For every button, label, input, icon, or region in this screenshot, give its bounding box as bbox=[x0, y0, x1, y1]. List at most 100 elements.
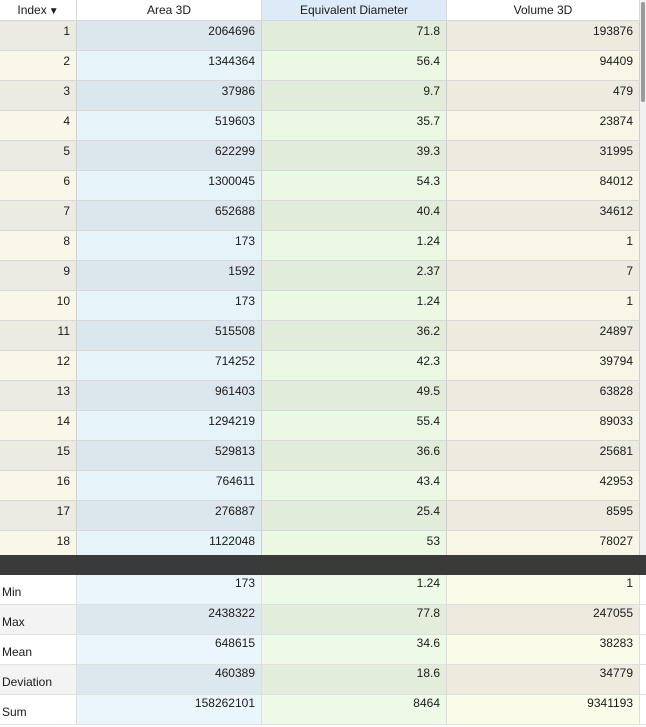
table-row[interactable]: 5 622299 39.3 31995 bbox=[0, 141, 640, 171]
table-row[interactable]: 15 529813 36.6 25681 bbox=[0, 441, 640, 471]
area-3d-cell[interactable]: 173 bbox=[77, 231, 262, 260]
area-3d-cell[interactable]: 1300045 bbox=[77, 171, 262, 200]
volume-3d-cell[interactable]: 7 bbox=[447, 261, 640, 290]
volume-3d-cell[interactable]: 63828 bbox=[447, 381, 640, 410]
area-3d-cell[interactable]: 515508 bbox=[77, 321, 262, 350]
index-cell[interactable]: 14 bbox=[0, 411, 77, 440]
volume-3d-cell[interactable]: 24897 bbox=[447, 321, 640, 350]
column-header-volume-3d[interactable]: Volume 3D bbox=[447, 0, 640, 20]
index-cell[interactable]: 12 bbox=[0, 351, 77, 380]
equivalent-diameter-cell[interactable]: 71.8 bbox=[262, 21, 447, 50]
equivalent-diameter-cell[interactable]: 35.7 bbox=[262, 111, 447, 140]
index-cell[interactable]: 9 bbox=[0, 261, 77, 290]
vertical-scrollbar[interactable] bbox=[640, 0, 646, 555]
volume-3d-cell[interactable]: 479 bbox=[447, 81, 640, 110]
table-row[interactable]: 10 173 1.24 1 bbox=[0, 291, 640, 321]
volume-3d-cell[interactable]: 23874 bbox=[447, 111, 640, 140]
area-3d-cell[interactable]: 652688 bbox=[77, 201, 262, 230]
table-row[interactable]: 11 515508 36.2 24897 bbox=[0, 321, 640, 351]
index-cell[interactable]: 4 bbox=[0, 111, 77, 140]
equivalent-diameter-cell[interactable]: 42.3 bbox=[262, 351, 447, 380]
equivalent-diameter-cell[interactable]: 49.5 bbox=[262, 381, 447, 410]
index-cell[interactable]: 5 bbox=[0, 141, 77, 170]
volume-3d-cell[interactable]: 25681 bbox=[447, 441, 640, 470]
column-header-area-3d[interactable]: Area 3D bbox=[77, 0, 262, 20]
equivalent-diameter-cell[interactable]: 1.24 bbox=[262, 291, 447, 320]
table-row[interactable]: 9 1592 2.37 7 bbox=[0, 261, 640, 291]
table-row[interactable]: 18 1122048 53 78027 bbox=[0, 531, 640, 555]
equivalent-diameter-cell[interactable]: 39.3 bbox=[262, 141, 447, 170]
index-cell[interactable]: 10 bbox=[0, 291, 77, 320]
table-row[interactable]: 6 1300045 54.3 84012 bbox=[0, 171, 640, 201]
equivalent-diameter-cell[interactable]: 9.7 bbox=[262, 81, 447, 110]
index-cell[interactable]: 3 bbox=[0, 81, 77, 110]
volume-3d-cell[interactable]: 8595 bbox=[447, 501, 640, 530]
index-cell[interactable]: 6 bbox=[0, 171, 77, 200]
area-3d-cell[interactable]: 1344364 bbox=[77, 51, 262, 80]
index-cell[interactable]: 13 bbox=[0, 381, 77, 410]
table-row[interactable]: 13 961403 49.5 63828 bbox=[0, 381, 640, 411]
equivalent-diameter-cell[interactable]: 54.3 bbox=[262, 171, 447, 200]
index-cell[interactable]: 7 bbox=[0, 201, 77, 230]
index-cell[interactable]: 1 bbox=[0, 21, 77, 50]
area-3d-cell[interactable]: 2064696 bbox=[77, 21, 262, 50]
area-3d-cell[interactable]: 173 bbox=[77, 291, 262, 320]
area-3d-cell[interactable]: 529813 bbox=[77, 441, 262, 470]
stats-value: 460389 bbox=[77, 665, 262, 694]
equivalent-diameter-cell[interactable]: 1.24 bbox=[262, 231, 447, 260]
index-cell[interactable]: 2 bbox=[0, 51, 77, 80]
volume-3d-cell[interactable]: 34612 bbox=[447, 201, 640, 230]
table-row[interactable]: 3 37986 9.7 479 bbox=[0, 81, 640, 111]
table-row[interactable]: 2 1344364 56.4 94409 bbox=[0, 51, 640, 81]
table-row[interactable]: 1 2064696 71.8 193876 bbox=[0, 21, 640, 51]
volume-3d-cell[interactable]: 1 bbox=[447, 231, 640, 260]
volume-3d-cell[interactable]: 94409 bbox=[447, 51, 640, 80]
volume-3d-cell[interactable]: 1 bbox=[447, 291, 640, 320]
equivalent-diameter-cell[interactable]: 40.4 bbox=[262, 201, 447, 230]
volume-3d-cell[interactable]: 42953 bbox=[447, 471, 640, 500]
area-3d-cell[interactable]: 961403 bbox=[77, 381, 262, 410]
equivalent-diameter-cell[interactable]: 2.37 bbox=[262, 261, 447, 290]
area-3d-cell[interactable]: 622299 bbox=[77, 141, 262, 170]
equivalent-diameter-cell[interactable]: 36.2 bbox=[262, 321, 447, 350]
table-row[interactable]: 14 1294219 55.4 89033 bbox=[0, 411, 640, 441]
equivalent-diameter-cell[interactable]: 56.4 bbox=[262, 51, 447, 80]
table-row[interactable]: 7 652688 40.4 34612 bbox=[0, 201, 640, 231]
area-3d-cell[interactable]: 764611 bbox=[77, 471, 262, 500]
index-cell[interactable]: 8 bbox=[0, 231, 77, 260]
volume-3d-cell[interactable]: 31995 bbox=[447, 141, 640, 170]
equivalent-diameter-cell[interactable]: 53 bbox=[262, 531, 447, 555]
volume-3d-cell[interactable]: 39794 bbox=[447, 351, 640, 380]
equivalent-diameter-cell[interactable]: 43.4 bbox=[262, 471, 447, 500]
stats-value: 648615 bbox=[77, 635, 262, 664]
column-header-index[interactable]: Index ▼ bbox=[0, 0, 77, 20]
index-cell[interactable]: 17 bbox=[0, 501, 77, 530]
area-3d-cell[interactable]: 1592 bbox=[77, 261, 262, 290]
equivalent-diameter-cell[interactable]: 55.4 bbox=[262, 411, 447, 440]
volume-3d-cell[interactable]: 78027 bbox=[447, 531, 640, 555]
panel-splitter[interactable] bbox=[0, 555, 646, 575]
volume-3d-cell[interactable]: 89033 bbox=[447, 411, 640, 440]
area-3d-cell[interactable]: 519603 bbox=[77, 111, 262, 140]
index-cell[interactable]: 11 bbox=[0, 321, 77, 350]
table-row[interactable]: 16 764611 43.4 42953 bbox=[0, 471, 640, 501]
volume-3d-cell[interactable]: 84012 bbox=[447, 171, 640, 200]
equivalent-diameter-cell[interactable]: 25.4 bbox=[262, 501, 447, 530]
area-3d-cell[interactable]: 37986 bbox=[77, 81, 262, 110]
table-row[interactable]: 4 519603 35.7 23874 bbox=[0, 111, 640, 141]
index-cell[interactable]: 15 bbox=[0, 441, 77, 470]
column-header-label: Equivalent Diameter bbox=[299, 3, 409, 17]
index-cell[interactable]: 16 bbox=[0, 471, 77, 500]
volume-3d-cell[interactable]: 193876 bbox=[447, 21, 640, 50]
area-3d-cell[interactable]: 1294219 bbox=[77, 411, 262, 440]
area-3d-cell[interactable]: 276887 bbox=[77, 501, 262, 530]
equivalent-diameter-cell[interactable]: 36.6 bbox=[262, 441, 447, 470]
area-3d-cell[interactable]: 1122048 bbox=[77, 531, 262, 555]
column-header-equivalent-diameter[interactable]: Equivalent Diameter bbox=[262, 0, 447, 20]
index-cell[interactable]: 18 bbox=[0, 531, 77, 555]
table-row[interactable]: 12 714252 42.3 39794 bbox=[0, 351, 640, 381]
scrollbar-thumb[interactable] bbox=[641, 2, 645, 102]
table-row[interactable]: 17 276887 25.4 8595 bbox=[0, 501, 640, 531]
area-3d-cell[interactable]: 714252 bbox=[77, 351, 262, 380]
table-row[interactable]: 8 173 1.24 1 bbox=[0, 231, 640, 261]
